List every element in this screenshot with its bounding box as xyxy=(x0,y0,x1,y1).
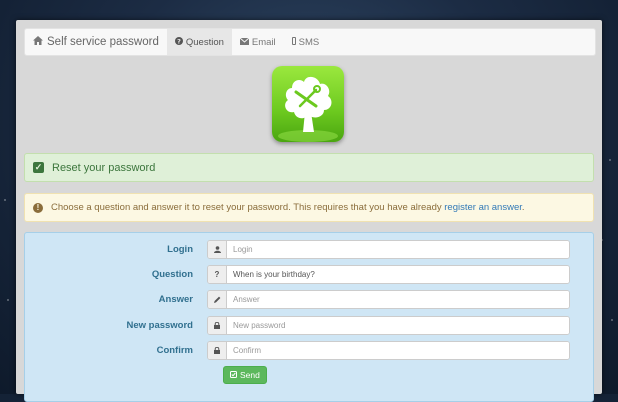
question-icon: ? xyxy=(208,265,227,283)
tab-email[interactable]: Email xyxy=(232,29,284,55)
tab-question[interactable]: ? Question xyxy=(166,29,232,55)
tab-sms-label: SMS xyxy=(298,36,320,48)
home-icon xyxy=(33,36,43,48)
login-row: Login xyxy=(25,239,595,259)
main-panel: Self service password ? Question Email S… xyxy=(16,20,602,402)
pencil-icon xyxy=(208,290,227,308)
login-input[interactable] xyxy=(227,240,569,258)
logo xyxy=(272,66,344,142)
envelope-icon xyxy=(239,37,250,48)
register-answer-link[interactable]: register an answer xyxy=(444,202,522,213)
tab-email-label: Email xyxy=(251,36,276,48)
lock-icon xyxy=(208,341,227,359)
info-alert-message: Choose a question and answer it to reset… xyxy=(51,202,525,213)
new-password-input[interactable] xyxy=(227,316,569,334)
user-icon xyxy=(208,240,227,258)
info-alert-suffix: . xyxy=(521,202,525,213)
reset-form: Login Question ? Answer xyxy=(24,232,594,402)
success-alert-text: Reset your password xyxy=(52,161,156,174)
question-row: Question ? xyxy=(25,264,595,284)
login-label: Login xyxy=(167,243,193,255)
check-square-icon xyxy=(230,370,237,380)
question-group: ? xyxy=(207,264,570,284)
confirm-label: Confirm xyxy=(156,344,193,356)
confirm-row: Confirm xyxy=(25,340,595,360)
confirm-group xyxy=(207,340,570,360)
info-alert-text: Choose a question and answer it to reset… xyxy=(51,202,442,213)
answer-input[interactable] xyxy=(227,290,569,308)
tab-sms[interactable]: SMS xyxy=(284,29,328,55)
navbar: Self service password ? Question Email S… xyxy=(24,28,596,56)
answer-group xyxy=(207,289,570,309)
question-select[interactable] xyxy=(227,265,569,283)
answer-row: Answer xyxy=(25,289,595,309)
svg-text:?: ? xyxy=(177,37,181,45)
send-label: Send xyxy=(240,370,260,380)
question-label: Question xyxy=(151,268,193,280)
brand-label: Self service password xyxy=(47,36,159,48)
confirm-input[interactable] xyxy=(227,341,569,359)
new-password-label: New password xyxy=(126,319,193,331)
lock-icon xyxy=(208,316,227,334)
brand-link[interactable]: Self service password xyxy=(25,29,167,55)
mobile-icon xyxy=(291,36,296,48)
check-square-icon: ✓ xyxy=(33,162,44,173)
success-alert: ✓ Reset your password xyxy=(24,153,594,182)
tab-question-label: Question xyxy=(185,36,224,48)
question-circle-icon: ? xyxy=(174,36,183,48)
info-circle-icon: ! xyxy=(33,202,43,213)
new-password-group xyxy=(207,315,570,335)
tree-tools-icon xyxy=(278,76,338,142)
new-password-row: New password xyxy=(25,315,595,335)
send-button[interactable]: Send xyxy=(223,366,267,384)
answer-label: Answer xyxy=(158,293,193,305)
info-alert: ! Choose a question and answer it to res… xyxy=(24,193,594,222)
login-group xyxy=(207,239,570,259)
